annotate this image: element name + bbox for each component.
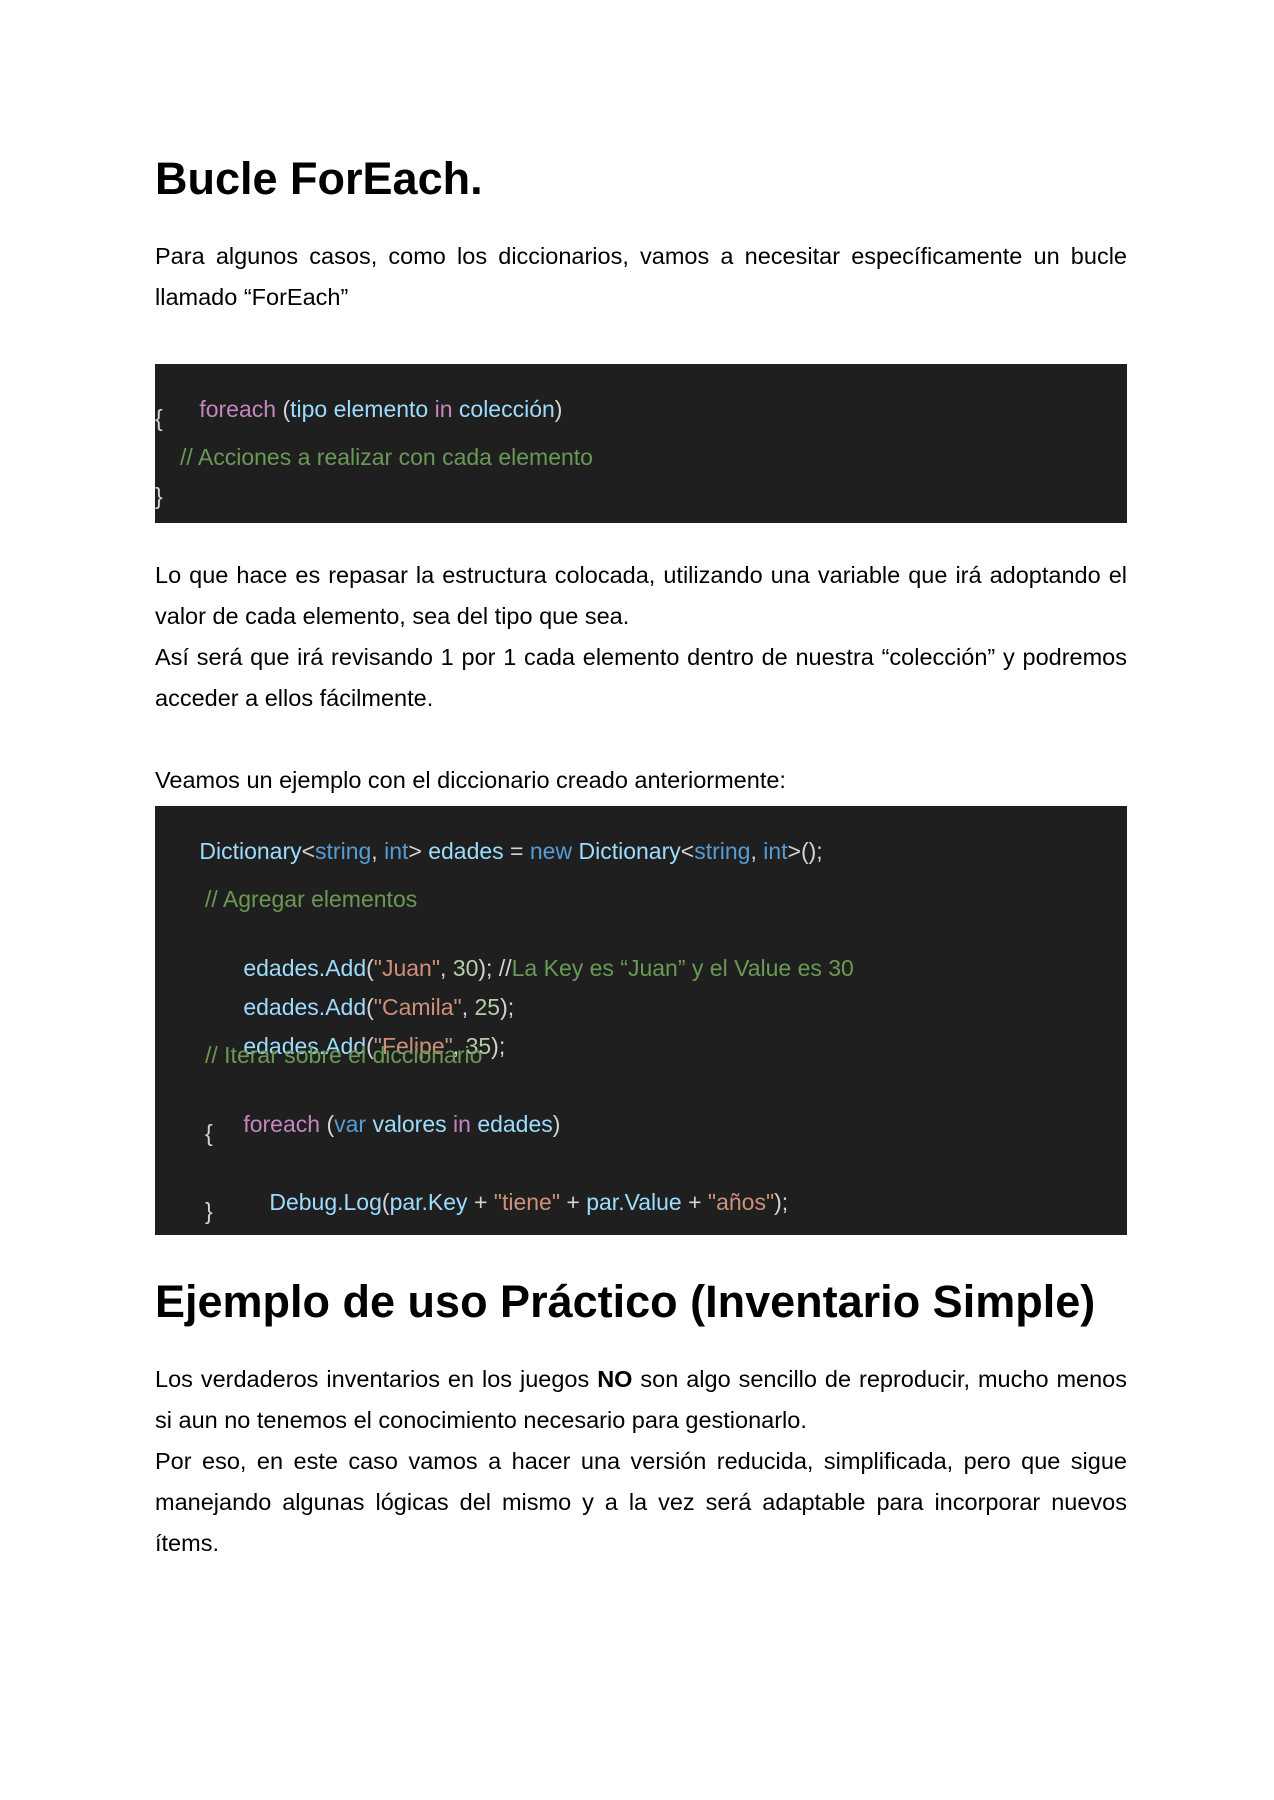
explanation-paragraph-2: Así será que irá revisando 1 por 1 cada … <box>155 644 1127 711</box>
code-token-punct: , <box>371 838 385 864</box>
inventory-paragraph-2: Por eso, en este caso vamos a hacer una … <box>155 1448 1127 1556</box>
code-comment-add: // Agregar elementos <box>205 886 418 912</box>
intro-paragraph: Para algunos casos, como los diccionario… <box>155 243 1127 310</box>
code-token-string: "años" <box>707 1189 775 1215</box>
code-token-builtin: var <box>334 1111 367 1137</box>
code-token-builtin: int <box>763 838 788 864</box>
inventory-paragraph-1: Los verdaderos inventarios en los juegos… <box>155 1359 1127 1441</box>
code-token-punct: ( <box>381 1189 390 1215</box>
code-block-syntax: foreach (tipo elemento in colección) { /… <box>155 364 1127 523</box>
code-token-type: Dictionary <box>199 838 302 864</box>
code-token-punct: ); <box>491 1033 506 1059</box>
code-token-identifier: par.Value <box>586 1189 682 1215</box>
code-token-punct: ) <box>554 396 563 422</box>
code-brace-open: { <box>155 405 163 431</box>
code-token-identifier: colección <box>458 396 555 422</box>
code-token-builtin: string <box>694 838 751 864</box>
code-token-keyword: foreach <box>199 396 277 422</box>
example-intro: Veamos un ejemplo con el diccionario cre… <box>155 767 786 793</box>
code-comment: // Acciones a realizar con cada elemento <box>180 444 593 470</box>
code-token-punct: < <box>301 838 316 864</box>
code-comment-iterate: // Iterar sobre el diccionario <box>205 1042 483 1068</box>
code-block-example: Dictionary<string, int> edades = new Dic… <box>155 806 1127 1235</box>
text-span: Los verdaderos inventarios en los juegos <box>155 1366 598 1392</box>
code-token-identifier: tipo elemento <box>290 396 429 422</box>
code-token-punct: >(); <box>787 838 823 864</box>
code-token-identifier: valores <box>372 1111 447 1137</box>
code-line-debug-log: Debug.Log(par.Key + "tiene" + par.Value … <box>231 1157 788 1247</box>
code-brace-close: } <box>155 483 163 509</box>
code-token-identifier: edades <box>428 838 504 864</box>
code-token-identifier: edades <box>477 1111 553 1137</box>
code-token-builtin: new <box>529 838 573 864</box>
section-heading-practical-example: Ejemplo de uso Práctico (Inventario Simp… <box>155 1276 1096 1327</box>
code-token-punct: < <box>680 838 695 864</box>
code-line-foreach: foreach (var valores in edades) <box>205 1079 560 1169</box>
code-token-type: Dictionary <box>578 838 681 864</box>
section-heading-foreach: Bucle ForEach. <box>155 153 483 204</box>
code-token-punct: , <box>750 838 764 864</box>
code-token-punct: > <box>408 838 429 864</box>
code-token-identifier: par.Key <box>389 1189 468 1215</box>
code-token-keyword: in <box>446 1111 478 1137</box>
code-line-declaration: Dictionary<string, int> edades = new Dic… <box>161 806 823 896</box>
code-token-operator: + <box>560 1189 587 1215</box>
code-brace-open: { <box>205 1120 213 1146</box>
code-token-string: "tiene" <box>493 1189 560 1215</box>
code-token-punct: ( <box>276 396 291 422</box>
code-token-builtin: int <box>384 838 409 864</box>
code-token-punct: ( <box>320 1111 335 1137</box>
code-token-method: Debug.Log <box>269 1189 382 1215</box>
code-token-keyword: foreach <box>243 1111 321 1137</box>
emphasis-no: NO <box>597 1366 633 1392</box>
code-token-operator: + <box>681 1189 708 1215</box>
code-line: foreach (tipo elemento in colección) <box>161 364 562 454</box>
code-token-operator: + <box>467 1189 494 1215</box>
code-token-punct: ) <box>552 1111 561 1137</box>
code-token-keyword: in <box>428 396 459 422</box>
code-token-comment: La Key es “Juan” y el Value es 30 <box>511 955 854 981</box>
code-token-punct: ); <box>774 1189 789 1215</box>
code-brace-close: } <box>205 1198 213 1224</box>
explanation-paragraph-1: Lo que hace es repasar la estructura col… <box>155 562 1127 629</box>
code-token-punct: = <box>503 838 530 864</box>
code-token-builtin: string <box>315 838 372 864</box>
